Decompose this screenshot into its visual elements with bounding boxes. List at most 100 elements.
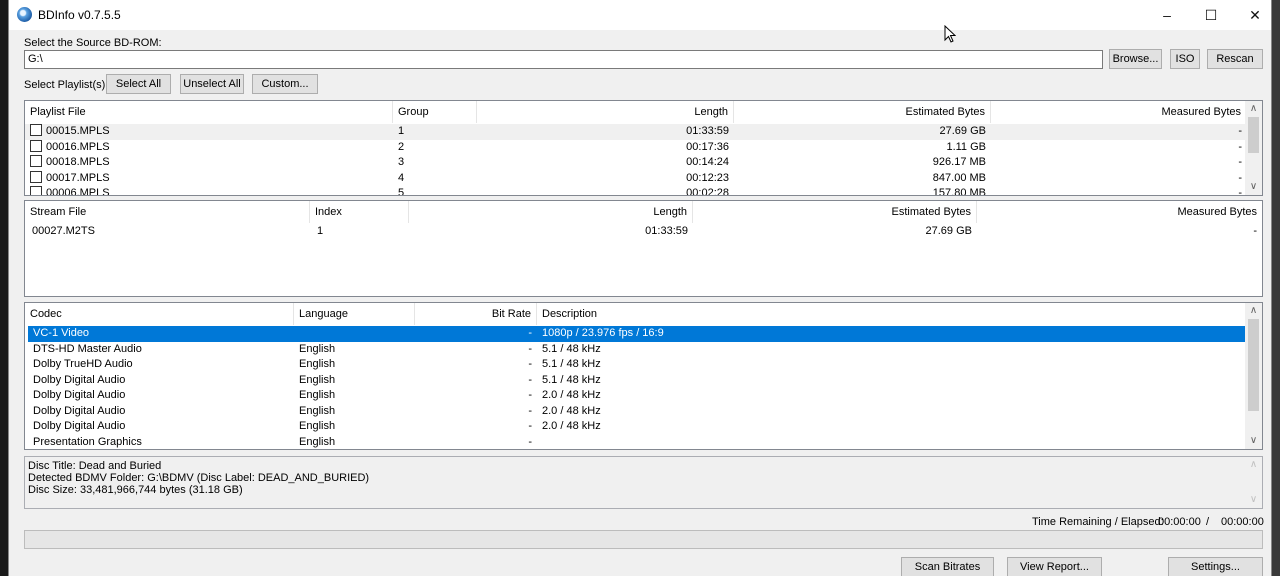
playlist-group: 5 (398, 187, 405, 196)
disc-info-scrollbar[interactable]: ∧ ∨ (1245, 457, 1262, 508)
playlist-header-group[interactable]: Group (393, 101, 477, 123)
playlist-header-measured[interactable]: Measured Bytes (991, 101, 1247, 123)
disc-info-textbox[interactable]: Disc Title: Dead and Buried Detected BDM… (24, 456, 1263, 509)
codec-language: English (299, 373, 336, 386)
playlist-group: 4 (398, 171, 405, 184)
table-row[interactable]: VC-1 Video - 1080p / 23.976 fps / 16:9 (28, 326, 1248, 342)
table-row[interactable]: Dolby Digital Audio English - 2.0 / 48 k… (28, 388, 1248, 404)
minimize-button[interactable]: – (1145, 0, 1189, 30)
source-path-field[interactable]: G:\ (24, 50, 1103, 69)
table-row[interactable]: Dolby Digital Audio English - 2.0 / 48 k… (28, 404, 1248, 420)
codec-description: 2.0 / 48 kHz (542, 420, 601, 432)
stream-header-length[interactable]: Length (409, 201, 693, 223)
playlist-scrollbar[interactable]: ∧ ∨ (1245, 101, 1262, 195)
select-all-button[interactable]: Select All (106, 74, 171, 94)
window-title: BDInfo v0.7.5.5 (38, 8, 121, 22)
codec-header-bitrate[interactable]: Bit Rate (415, 303, 537, 325)
codec-bitrate: - (528, 358, 532, 370)
playlist-checkbox[interactable] (30, 124, 42, 137)
table-row[interactable]: 00015.MPLS 1 01:33:59 27.69 GB - (25, 124, 1247, 140)
scroll-thumb[interactable] (1248, 117, 1259, 153)
table-row[interactable]: 00027.M2TS 1 01:33:59 27.69 GB - (25, 224, 1262, 240)
codec-header-language[interactable]: Language (294, 303, 415, 325)
playlist-length: 01:33:59 (686, 125, 729, 137)
playlist-header-length[interactable]: Length (477, 101, 734, 123)
codec-language: English (299, 420, 336, 432)
codec-language: English (299, 435, 336, 448)
codec-description: 5.1 / 48 kHz (542, 358, 601, 370)
scroll-up-arrow-icon[interactable]: ∧ (1245, 303, 1262, 319)
stream-table[interactable]: Stream File Index Length Estimated Bytes… (24, 200, 1263, 297)
time-separator: / (1206, 516, 1210, 528)
rescan-button[interactable]: Rescan (1207, 49, 1263, 69)
playlist-file: 00016.MPLS (46, 140, 110, 153)
table-row[interactable]: Dolby Digital Audio English - 2.0 / 48 k… (28, 419, 1248, 435)
codec-bitrate: - (528, 435, 532, 448)
playlist-checkbox[interactable] (30, 155, 42, 168)
disc-size-line: Disc Size: 33,481,966,744 bytes (31.18 G… (28, 484, 243, 496)
codec-bitrate: - (528, 327, 532, 339)
codec-header-description[interactable]: Description (537, 303, 1247, 325)
playlist-group: 2 (398, 140, 405, 153)
unselect-all-button[interactable]: Unselect All (180, 74, 244, 94)
table-row[interactable]: 00017.MPLS 4 00:12:23 847.00 MB - (25, 170, 1247, 187)
table-row[interactable]: 00018.MPLS 3 00:14:24 926.17 MB - (25, 155, 1247, 171)
codec-table[interactable]: Codec Language Bit Rate Description VC-1… (24, 302, 1263, 450)
settings-button[interactable]: Settings... (1168, 557, 1263, 576)
codec-description: 1080p / 23.976 fps / 16:9 (542, 327, 664, 339)
stream-length: 01:33:59 (645, 225, 688, 237)
playlist-measured: - (1238, 140, 1242, 153)
time-remaining-label: Time Remaining / Elapsed: (1032, 516, 1164, 528)
codec-language: English (299, 389, 336, 401)
stream-header-index[interactable]: Index (310, 201, 409, 223)
playlist-estimated: 847.00 MB (932, 171, 986, 184)
custom-button[interactable]: Custom... (252, 74, 318, 94)
iso-button[interactable]: ISO (1170, 49, 1200, 69)
stream-header-estimated[interactable]: Estimated Bytes (693, 201, 977, 223)
source-label: Select the Source BD-ROM: (24, 37, 162, 49)
playlist-group: 3 (398, 156, 405, 168)
stream-estimated: 27.69 GB (925, 225, 972, 237)
view-report-button[interactable]: View Report... (1007, 557, 1102, 576)
bdinfo-window: BDInfo v0.7.5.5 – ☐ ✕ Select the Source … (8, 0, 1272, 576)
codec-description: 5.1 / 48 kHz (542, 342, 601, 355)
playlist-checkbox[interactable] (30, 186, 42, 195)
table-row[interactable]: Dolby Digital Audio English - 5.1 / 48 k… (28, 373, 1248, 389)
scroll-up-arrow-icon[interactable]: ∧ (1245, 101, 1262, 117)
codec-bitrate: - (528, 342, 532, 355)
playlist-file: 00017.MPLS (46, 171, 110, 184)
codec-bitrate: - (528, 389, 532, 401)
browse-button[interactable]: Browse... (1109, 49, 1162, 69)
playlist-measured: - (1238, 187, 1242, 196)
playlist-measured: - (1238, 171, 1242, 184)
codec-name: Dolby Digital Audio (33, 404, 126, 417)
scroll-thumb[interactable] (1248, 319, 1259, 411)
codec-description: 2.0 / 48 kHz (542, 389, 601, 401)
playlist-header-estimated[interactable]: Estimated Bytes (734, 101, 991, 123)
scroll-down-arrow-icon[interactable]: ∨ (1245, 492, 1262, 508)
playlist-table[interactable]: Playlist File Group Length Estimated Byt… (24, 100, 1263, 196)
codec-name: Presentation Graphics (33, 435, 142, 448)
close-button[interactable]: ✕ (1233, 0, 1277, 30)
maximize-button[interactable]: ☐ (1189, 0, 1233, 30)
table-row[interactable]: 00006.MPLS 5 00:02:28 157.80 MB - (25, 186, 1247, 196)
title-bar[interactable]: BDInfo v0.7.5.5 – ☐ ✕ (9, 0, 1271, 30)
codec-header-codec[interactable]: Codec (25, 303, 294, 325)
table-row[interactable]: Presentation Graphics English - (28, 435, 1248, 450)
scroll-down-arrow-icon[interactable]: ∨ (1245, 433, 1262, 449)
stream-header-file[interactable]: Stream File (25, 201, 310, 223)
table-row[interactable]: Dolby TrueHD Audio English - 5.1 / 48 kH… (28, 357, 1248, 373)
table-row[interactable]: 00016.MPLS 2 00:17:36 1.11 GB - (25, 139, 1247, 156)
table-row[interactable]: DTS-HD Master Audio English - 5.1 / 48 k… (28, 342, 1248, 358)
playlist-checkbox[interactable] (30, 139, 42, 152)
codec-scrollbar[interactable]: ∧ ∨ (1245, 303, 1262, 449)
playlist-select-label: Select Playlist(s): (24, 79, 109, 91)
scroll-up-arrow-icon[interactable]: ∧ (1245, 457, 1262, 473)
scroll-down-arrow-icon[interactable]: ∨ (1245, 179, 1262, 195)
scan-bitrates-button[interactable]: Scan Bitrates (901, 557, 994, 576)
codec-language: English (299, 342, 336, 355)
playlist-header-file[interactable]: Playlist File (25, 101, 393, 123)
stream-header-measured[interactable]: Measured Bytes (977, 201, 1262, 223)
playlist-checkbox[interactable] (30, 170, 42, 183)
playlist-file: 00015.MPLS (46, 125, 110, 137)
